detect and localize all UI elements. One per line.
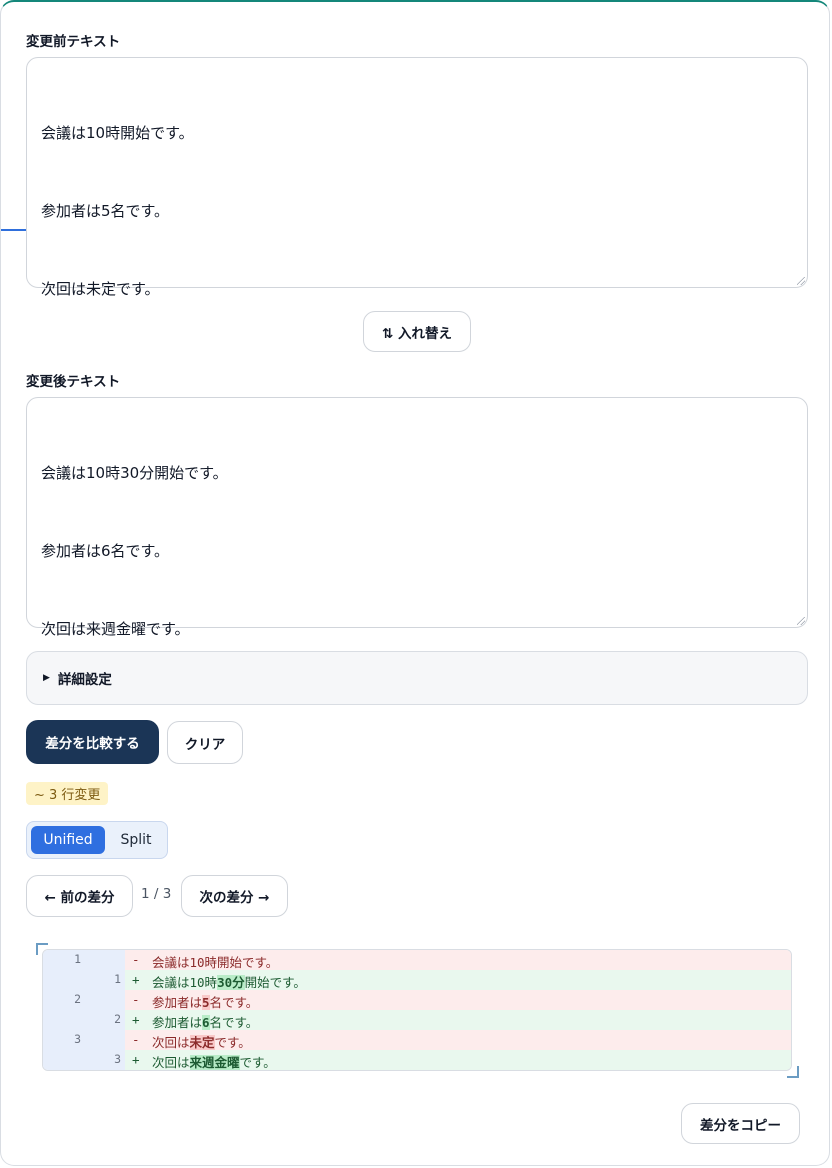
diff-line-text: 次回は未定です。	[152, 1032, 251, 1051]
view-mode-toggle: Unified Split	[26, 821, 168, 859]
before-line-1: 会議は10時開始です。	[41, 124, 194, 142]
minus-sign: -	[132, 952, 140, 967]
resize-handle[interactable]	[797, 277, 805, 285]
diff-line-content: + 次回は来週金曜です。	[125, 1050, 791, 1070]
new-line-number: 1	[114, 972, 121, 986]
diff-position-indicator: 1 / 3	[141, 886, 172, 902]
next-diff-button[interactable]: 次の差分 →	[181, 875, 288, 917]
unchanged-segment: 参加者は	[152, 995, 203, 1010]
advanced-settings-toggle[interactable]: ▶ 詳細設定	[26, 651, 808, 705]
after-line-2: 参加者は6名です。	[41, 542, 170, 560]
unchanged-segment: 会議は10時開始です。	[152, 955, 279, 970]
before-line-2: 参加者は5名です。	[41, 202, 170, 220]
minus-sign: -	[132, 1032, 140, 1047]
unchanged-segment: 名です。	[209, 1015, 259, 1030]
unchanged-segment: 次回は	[152, 1035, 190, 1050]
expand-triangle-icon: ▶	[43, 673, 50, 683]
unchanged-segment: 開始です。	[244, 975, 306, 990]
new-line-number: 3	[114, 1052, 121, 1066]
copy-diff-button[interactable]: 差分をコピー	[681, 1103, 800, 1144]
changed-segment: 6	[202, 1015, 210, 1030]
new-line-number: 2	[114, 1012, 121, 1026]
unified-view-button[interactable]: Unified	[31, 826, 105, 854]
diff-line-text: 参加者は6名です。	[152, 1012, 258, 1031]
unchanged-segment: 会議は10時	[152, 975, 218, 990]
plus-sign: +	[132, 972, 140, 987]
split-view-button[interactable]: Split	[109, 826, 163, 854]
clear-button[interactable]: クリア	[167, 721, 243, 764]
unchanged-segment: 次回は	[152, 1055, 190, 1070]
diff-line-content: + 参加者は6名です。	[125, 1010, 791, 1030]
old-line-number: 3	[74, 1032, 81, 1046]
diff-line-content: - 次回は未定です。	[125, 1030, 791, 1050]
unified-diff-view: 1- 会議は10時開始です。 1 + 会議は10時30分開始です。 2- 参加者は5名です。…	[42, 949, 792, 1071]
diff-line-text: 会議は10時開始です。	[152, 952, 278, 971]
plus-sign: +	[132, 1052, 140, 1067]
changed-segment: 来週金曜	[189, 1055, 240, 1070]
diff-line-content: - 会議は10時開始です。	[125, 950, 791, 970]
diff-row-removed: 3 - 次回は未定です。	[43, 1030, 791, 1050]
prev-diff-button[interactable]: ← 前の差分	[26, 875, 133, 917]
diff-tool-card: 変更前テキスト 会議は10時開始です。 参加者は5名です。 次回は未定です。 ⇅…	[0, 0, 830, 1166]
change-summary-badge: ~ 3 行変更	[26, 782, 109, 805]
after-textarea[interactable]: 会議は10時30分開始です。 参加者は6名です。 次回は来週金曜です。	[26, 397, 808, 638]
diff-line-content: - 参加者は5名です。	[125, 990, 791, 1010]
unchanged-segment: です。	[214, 1035, 251, 1050]
changed-segment: 5	[202, 995, 210, 1010]
changed-segment: 未定	[189, 1035, 215, 1050]
diff-line-content: + 会議は10時30分開始です。	[125, 970, 791, 990]
after-line-1: 会議は10時30分開始です。	[41, 464, 228, 482]
swap-button[interactable]: ⇅ 入れ替え	[363, 311, 471, 352]
diff-row-added: 2 + 参加者は6名です。	[43, 1010, 791, 1030]
unchanged-segment: 参加者は	[152, 1015, 203, 1030]
diff-row-removed: 2 - 参加者は5名です。	[43, 990, 791, 1010]
diff-row-removed: 1 - 会議は10時開始です。	[43, 950, 791, 970]
unchanged-segment: です。	[239, 1055, 276, 1070]
diff-row-added: 1 + 会議は10時30分開始です。	[43, 970, 791, 990]
diff-row-added: 3 + 次回は来週金曜です。	[43, 1050, 791, 1070]
advanced-settings-label: 詳細設定	[57, 672, 112, 688]
minus-sign: -	[132, 992, 140, 1007]
diff-line-text: 会議は10時30分開始です。	[152, 972, 306, 991]
after-text-label: 変更後テキスト	[26, 374, 121, 390]
resize-handle[interactable]	[797, 617, 805, 625]
changed-segment: 30分	[217, 975, 245, 990]
before-line-3: 次回は未定です。	[41, 280, 160, 298]
after-line-3: 次回は来週金曜です。	[41, 620, 190, 638]
unchanged-segment: 名です。	[209, 995, 259, 1010]
plus-sign: +	[132, 1012, 140, 1027]
old-line-number: 1	[74, 952, 81, 966]
compare-button[interactable]: 差分を比較する	[26, 720, 159, 764]
diff-line-text: 次回は来週金曜です。	[152, 1052, 276, 1070]
before-textarea[interactable]: 会議は10時開始です。 参加者は5名です。 次回は未定です。	[26, 57, 808, 298]
old-line-number: 2	[74, 992, 81, 1006]
before-text-label: 変更前テキスト	[26, 34, 121, 50]
diff-line-text: 参加者は5名です。	[152, 992, 258, 1011]
